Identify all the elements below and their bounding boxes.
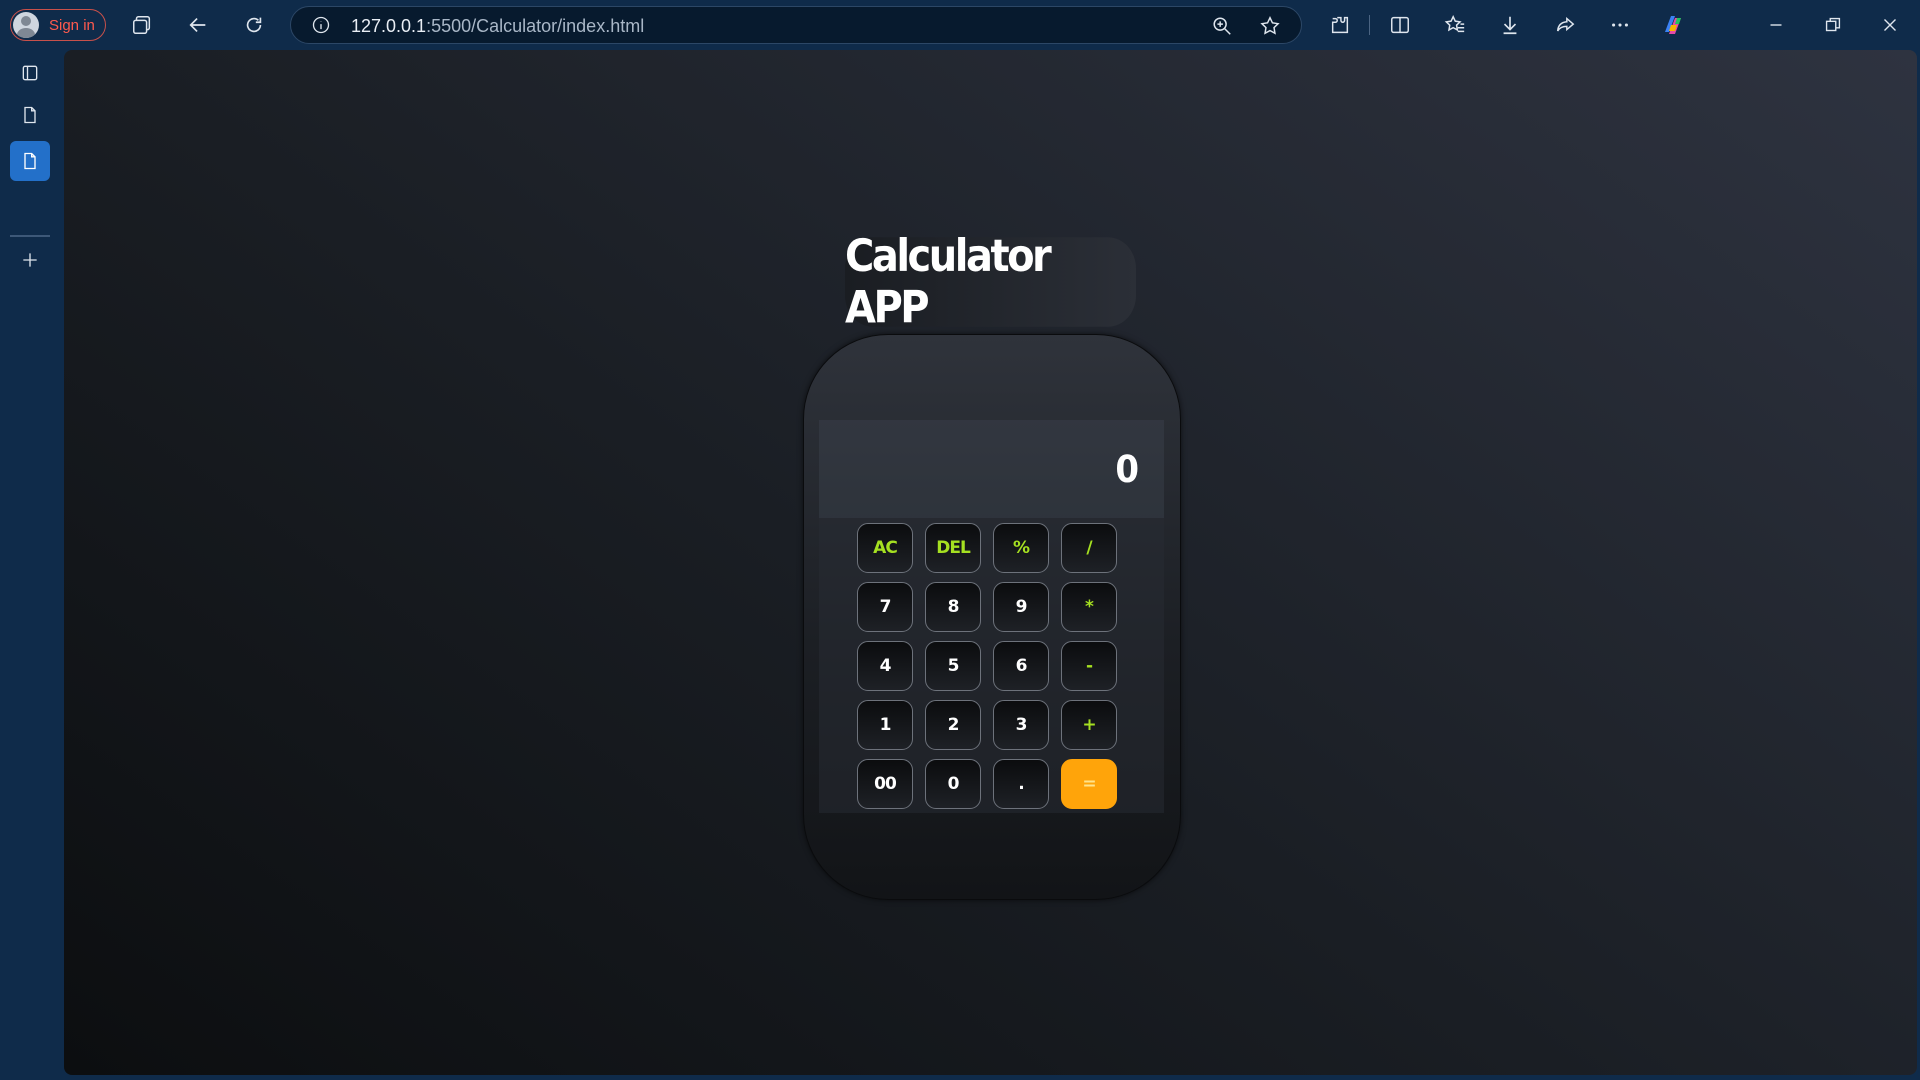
favorites-icon[interactable] xyxy=(1443,13,1467,37)
calculator-keypad: AC DEL % / 7 8 9 * 4 5 6 - 1 2 3 + 00 0 … xyxy=(819,518,1164,813)
refresh-icon[interactable] xyxy=(242,13,266,37)
vertical-tabs-sidebar xyxy=(0,50,64,1080)
key-del[interactable]: DEL xyxy=(925,523,981,573)
key-2[interactable]: 2 xyxy=(925,700,981,750)
key-percent[interactable]: % xyxy=(993,523,1049,573)
key-4[interactable]: 4 xyxy=(857,641,913,691)
url-path: :5500/Calculator/index.html xyxy=(426,16,645,36)
url-text[interactable]: 127.0.0.1:5500/Calculator/index.html xyxy=(351,16,644,37)
page-title: Calculator APP xyxy=(845,230,1136,334)
extensions-icon[interactable] xyxy=(1328,13,1352,37)
calculator-display: 0 xyxy=(819,420,1164,518)
key-5[interactable]: 5 xyxy=(925,641,981,691)
workspaces-icon[interactable] xyxy=(130,13,154,37)
key-9[interactable]: 9 xyxy=(993,582,1049,632)
toolbar-divider xyxy=(1369,15,1370,35)
active-tab-page-icon[interactable] xyxy=(10,141,50,181)
display-value: 0 xyxy=(1115,448,1139,492)
site-info-icon[interactable] xyxy=(311,15,331,35)
url-host: 127.0.0.1 xyxy=(351,16,427,36)
new-tab-plus-icon[interactable] xyxy=(18,248,42,272)
page-viewport: Calculator APP 0 AC DEL % / 7 8 9 * 4 5 … xyxy=(64,50,1917,1075)
back-arrow-icon[interactable] xyxy=(186,13,210,37)
favorite-star-icon[interactable] xyxy=(1259,15,1281,37)
minimize-icon[interactable] xyxy=(1764,13,1788,37)
sidebar-divider xyxy=(10,235,50,237)
profile-label: Sign in xyxy=(49,16,95,34)
key-decimal[interactable]: . xyxy=(993,759,1049,809)
key-subtract[interactable]: - xyxy=(1061,641,1117,691)
key-divide[interactable]: / xyxy=(1061,523,1117,573)
key-8[interactable]: 8 xyxy=(925,582,981,632)
key-ac[interactable]: AC xyxy=(857,523,913,573)
more-menu-icon[interactable] xyxy=(1608,13,1632,37)
key-add[interactable]: + xyxy=(1061,700,1117,750)
close-icon[interactable] xyxy=(1878,13,1902,37)
key-0[interactable]: 0 xyxy=(925,759,981,809)
restore-icon[interactable] xyxy=(1821,13,1845,37)
key-equals[interactable]: = xyxy=(1061,759,1117,809)
avatar-icon xyxy=(13,12,39,38)
key-double-zero[interactable]: 00 xyxy=(857,759,913,809)
key-7[interactable]: 7 xyxy=(857,582,913,632)
calculator-body: 0 AC DEL % / 7 8 9 * 4 5 6 - 1 2 3 + 00 … xyxy=(803,334,1181,900)
browser-toolbar: Sign in 127.0.0.1:5500/Calculator/index.… xyxy=(0,0,1920,50)
zoom-icon[interactable] xyxy=(1211,15,1233,37)
profile-sign-in-button[interactable]: Sign in xyxy=(10,9,106,41)
key-1[interactable]: 1 xyxy=(857,700,913,750)
split-screen-icon[interactable] xyxy=(1388,13,1412,37)
share-icon[interactable] xyxy=(1553,13,1577,37)
key-3[interactable]: 3 xyxy=(993,700,1049,750)
tab-actions-icon[interactable] xyxy=(18,61,42,85)
key-6[interactable]: 6 xyxy=(993,641,1049,691)
copilot-icon[interactable] xyxy=(1660,12,1686,38)
key-multiply[interactable]: * xyxy=(1061,582,1117,632)
address-bar[interactable]: 127.0.0.1:5500/Calculator/index.html xyxy=(290,6,1302,44)
download-icon[interactable] xyxy=(1498,13,1522,37)
tab-page-icon[interactable] xyxy=(18,103,42,127)
